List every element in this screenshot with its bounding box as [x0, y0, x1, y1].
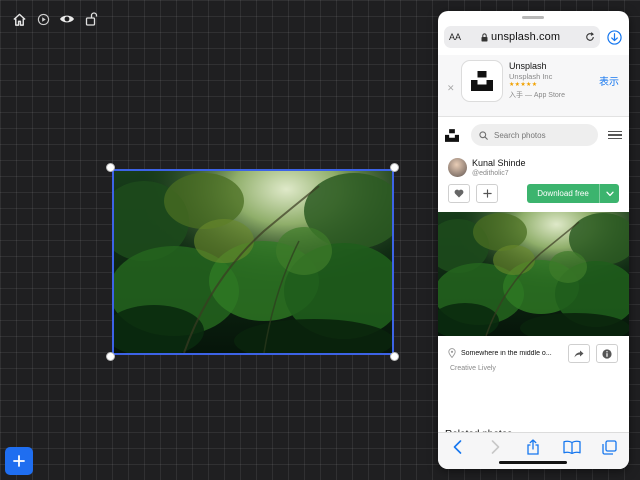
chevron-down-icon[interactable] — [599, 184, 619, 203]
resize-handle-bottom-right[interactable] — [390, 352, 399, 361]
search-icon — [479, 130, 488, 140]
photo-actions: Download free — [448, 184, 619, 204]
app-developer: Unsplash Inc — [509, 72, 553, 81]
heart-icon — [454, 189, 464, 198]
author-profile: Kunal Shinde @editholic7 — [448, 157, 619, 181]
app-store-line: 入手 — App Store — [509, 92, 566, 99]
resize-handle-top-right[interactable] — [390, 163, 399, 172]
bookmarks-icon[interactable] — [563, 439, 581, 455]
share-arrow-icon — [574, 350, 584, 357]
share-button[interactable] — [568, 344, 590, 363]
search-placeholder: Search photos — [494, 130, 546, 140]
share-icon[interactable] — [524, 439, 542, 455]
plus-icon — [13, 455, 25, 467]
tabs-icon[interactable] — [601, 439, 619, 455]
play-icon[interactable] — [34, 10, 52, 28]
forward-icon[interactable] — [486, 439, 504, 455]
info-button[interactable] — [596, 344, 618, 363]
eye-icon[interactable] — [58, 10, 76, 28]
safari-slide-over: AA unsplash.com ✕ Unsplash Unsplash Inc … — [438, 11, 629, 469]
reader-button[interactable]: AA — [449, 32, 461, 42]
download-free-button[interactable]: Download free — [527, 184, 619, 203]
resize-handle-bottom-left[interactable] — [106, 352, 115, 361]
address-bar[interactable]: AA unsplash.com — [444, 26, 600, 48]
add-button[interactable] — [5, 447, 33, 475]
selected-canvas-image[interactable] — [112, 169, 394, 355]
unsplash-app-icon[interactable] — [461, 60, 503, 102]
lock-icon — [481, 32, 488, 42]
forest-photo — [438, 212, 629, 336]
photo-meta: Somewhere in the middle o... Creative Li… — [448, 344, 619, 378]
reload-icon[interactable] — [585, 32, 595, 42]
add-to-collection-button[interactable] — [476, 184, 498, 203]
app-rating-stars: ★★★★★ — [509, 82, 538, 88]
app-name: Unsplash — [509, 61, 547, 71]
address-row: AA unsplash.com — [444, 26, 623, 48]
smart-app-banner: ✕ Unsplash Unsplash Inc ★★★★★ 入手 — App S… — [438, 55, 629, 117]
hamburger-menu-icon[interactable] — [608, 128, 622, 142]
back-icon[interactable] — [448, 439, 466, 455]
location-pin-icon — [448, 348, 456, 358]
author-handle: @editholic7 — [472, 170, 509, 177]
forest-photo — [114, 171, 392, 353]
slide-over-grabber[interactable] — [522, 16, 544, 19]
download-free-label: Download free — [537, 189, 589, 198]
resize-handle-top-left[interactable] — [106, 163, 115, 172]
site-header: Search photos — [438, 117, 629, 153]
unlock-icon[interactable] — [82, 10, 100, 28]
home-indicator — [499, 461, 567, 464]
photo-location[interactable]: Somewhere in the middle o... — [461, 350, 573, 357]
unsplash-logo-icon[interactable] — [445, 128, 459, 142]
info-icon — [602, 348, 612, 359]
plus-icon — [482, 189, 492, 198]
photo-license: Creative Lively — [450, 365, 496, 372]
downloads-icon[interactable] — [605, 28, 623, 46]
open-app-button[interactable]: 表示 — [599, 73, 619, 88]
author-name[interactable]: Kunal Shinde — [472, 158, 526, 168]
photo-preview[interactable] — [438, 212, 629, 336]
avatar[interactable] — [448, 158, 467, 177]
home-icon[interactable] — [10, 10, 28, 28]
url-text: unsplash.com — [491, 31, 561, 43]
like-button[interactable] — [448, 184, 470, 203]
close-icon[interactable]: ✕ — [447, 83, 455, 94]
search-input[interactable]: Search photos — [471, 124, 598, 146]
canvas-toolbar — [10, 10, 100, 28]
